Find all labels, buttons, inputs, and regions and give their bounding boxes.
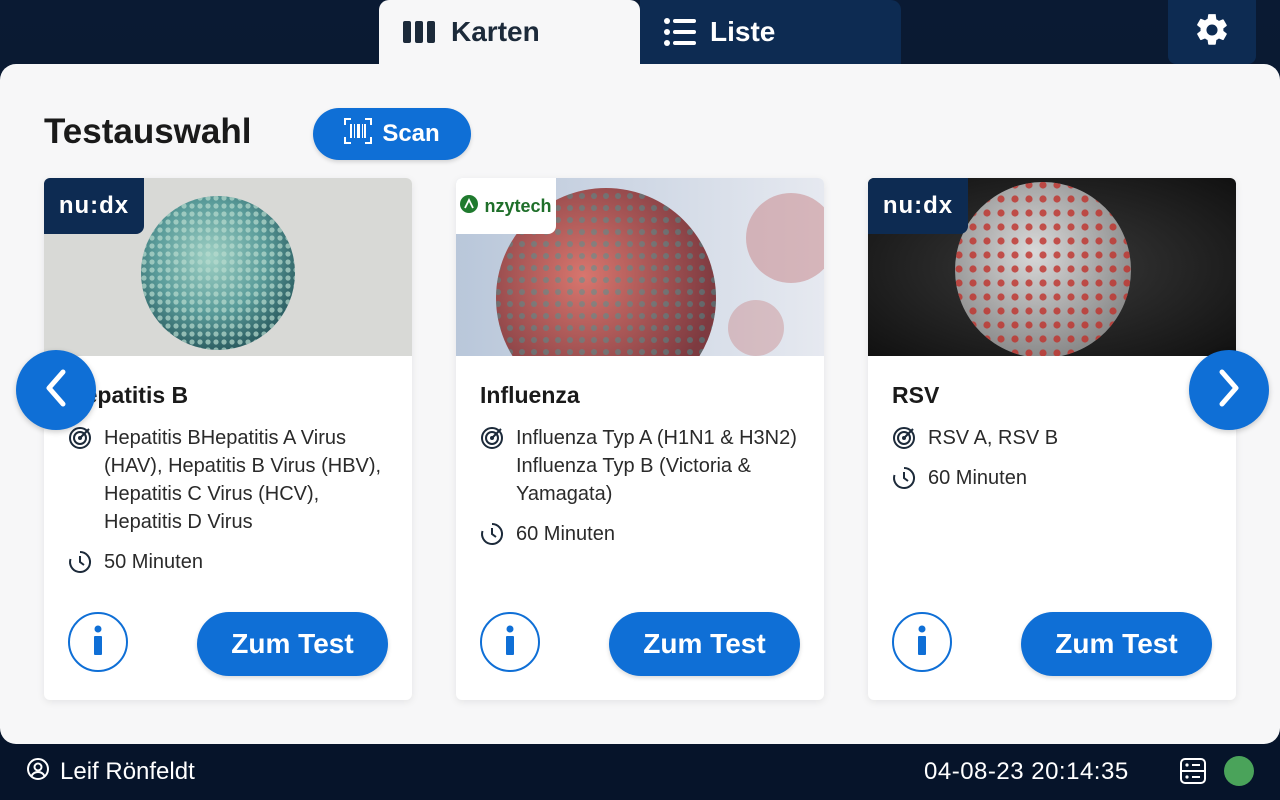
settings-button[interactable] (1168, 0, 1256, 64)
duration-row: 60 Minuten (480, 520, 800, 554)
zum-test-button[interactable]: Zum Test (197, 612, 388, 676)
duration-row: 50 Minuten (68, 548, 388, 582)
targets-text: RSV A, RSV B (928, 427, 1059, 449)
chevron-right-icon (1214, 368, 1244, 413)
connection-status-indicator (1224, 756, 1254, 786)
brand-logo: nu:dx (44, 178, 144, 234)
barcode-scan-icon (344, 117, 373, 151)
zum-test-button[interactable]: Zum Test (1021, 612, 1212, 676)
page-title: Testauswahl (44, 112, 252, 151)
duration-text: 60 Minuten (516, 523, 615, 545)
virus-image: nzytech (456, 178, 824, 356)
server-icon[interactable] (1180, 758, 1206, 789)
user-info: Leif Rönfeldt (26, 757, 195, 788)
targets-row: Hepatitis BHepatitis A Virus (HAV), Hepa… (68, 424, 388, 536)
scan-label: Scan (382, 120, 440, 147)
scan-button[interactable]: Scan (313, 108, 471, 160)
tab-karten-label: Karten (451, 16, 540, 47)
zum-test-button[interactable]: Zum Test (609, 612, 800, 676)
columns-icon (403, 21, 437, 43)
info-button[interactable] (68, 612, 128, 672)
tab-liste-label: Liste (710, 16, 776, 47)
duration-text: 50 Minuten (104, 551, 203, 573)
tab-karten[interactable]: Karten (379, 0, 640, 64)
card-title: RSV (892, 382, 940, 408)
status-bar: Leif Rönfeldt 04-08-23 20:14:35 (0, 744, 1280, 800)
user-icon (26, 757, 50, 788)
main-panel: Testauswahl Scan nu:dx Hepatitis B Hepat… (0, 64, 1280, 744)
duration-text: 60 Minuten (928, 467, 1027, 489)
next-button[interactable] (1189, 350, 1269, 430)
target-icon (480, 426, 504, 458)
clock-icon (68, 550, 92, 582)
target-icon (892, 426, 916, 458)
chevron-left-icon (41, 368, 71, 413)
clock-icon (480, 522, 504, 554)
virus-image: nu:dx (44, 178, 412, 356)
list-icon (664, 18, 696, 46)
datetime: 04-08-23 20:14:35 (924, 758, 1129, 785)
targets-text: Hepatitis BHepatitis A Virus (HAV), Hepa… (104, 427, 382, 533)
card-title: Influenza (480, 382, 580, 408)
brand-logo: nu:dx (868, 178, 968, 234)
clock-icon (892, 466, 916, 498)
user-name: Leif Rönfeldt (60, 758, 195, 785)
info-icon (503, 625, 517, 660)
target-icon (68, 426, 92, 458)
virus-image: nu:dx (868, 178, 1236, 356)
info-icon (91, 625, 105, 660)
duration-row: 60 Minuten (892, 464, 1212, 498)
targets-row: Influenza Typ A (H1N1 & H3N2) Influenza … (480, 424, 800, 508)
tab-liste[interactable]: Liste (640, 0, 901, 64)
info-button[interactable] (892, 612, 952, 672)
targets-row: RSV A, RSV B (892, 424, 1212, 458)
test-card-influenza: nzytech Influenza Influenza Typ A (H1N1 … (456, 178, 824, 700)
test-card-hepatitis-b: nu:dx Hepatitis B Hepatitis BHepatitis A… (44, 178, 412, 700)
gear-icon (1193, 11, 1231, 54)
previous-button[interactable] (16, 350, 96, 430)
brand-logo: nzytech (456, 178, 556, 234)
targets-text: Influenza Typ A (H1N1 & H3N2) Influenza … (516, 427, 797, 505)
info-button[interactable] (480, 612, 540, 672)
info-icon (915, 625, 929, 660)
test-card-rsv: nu:dx RSV RSV A, RSV B 60 Minuten Zum Te… (868, 178, 1236, 700)
nzytech-leaf-icon (460, 194, 479, 218)
